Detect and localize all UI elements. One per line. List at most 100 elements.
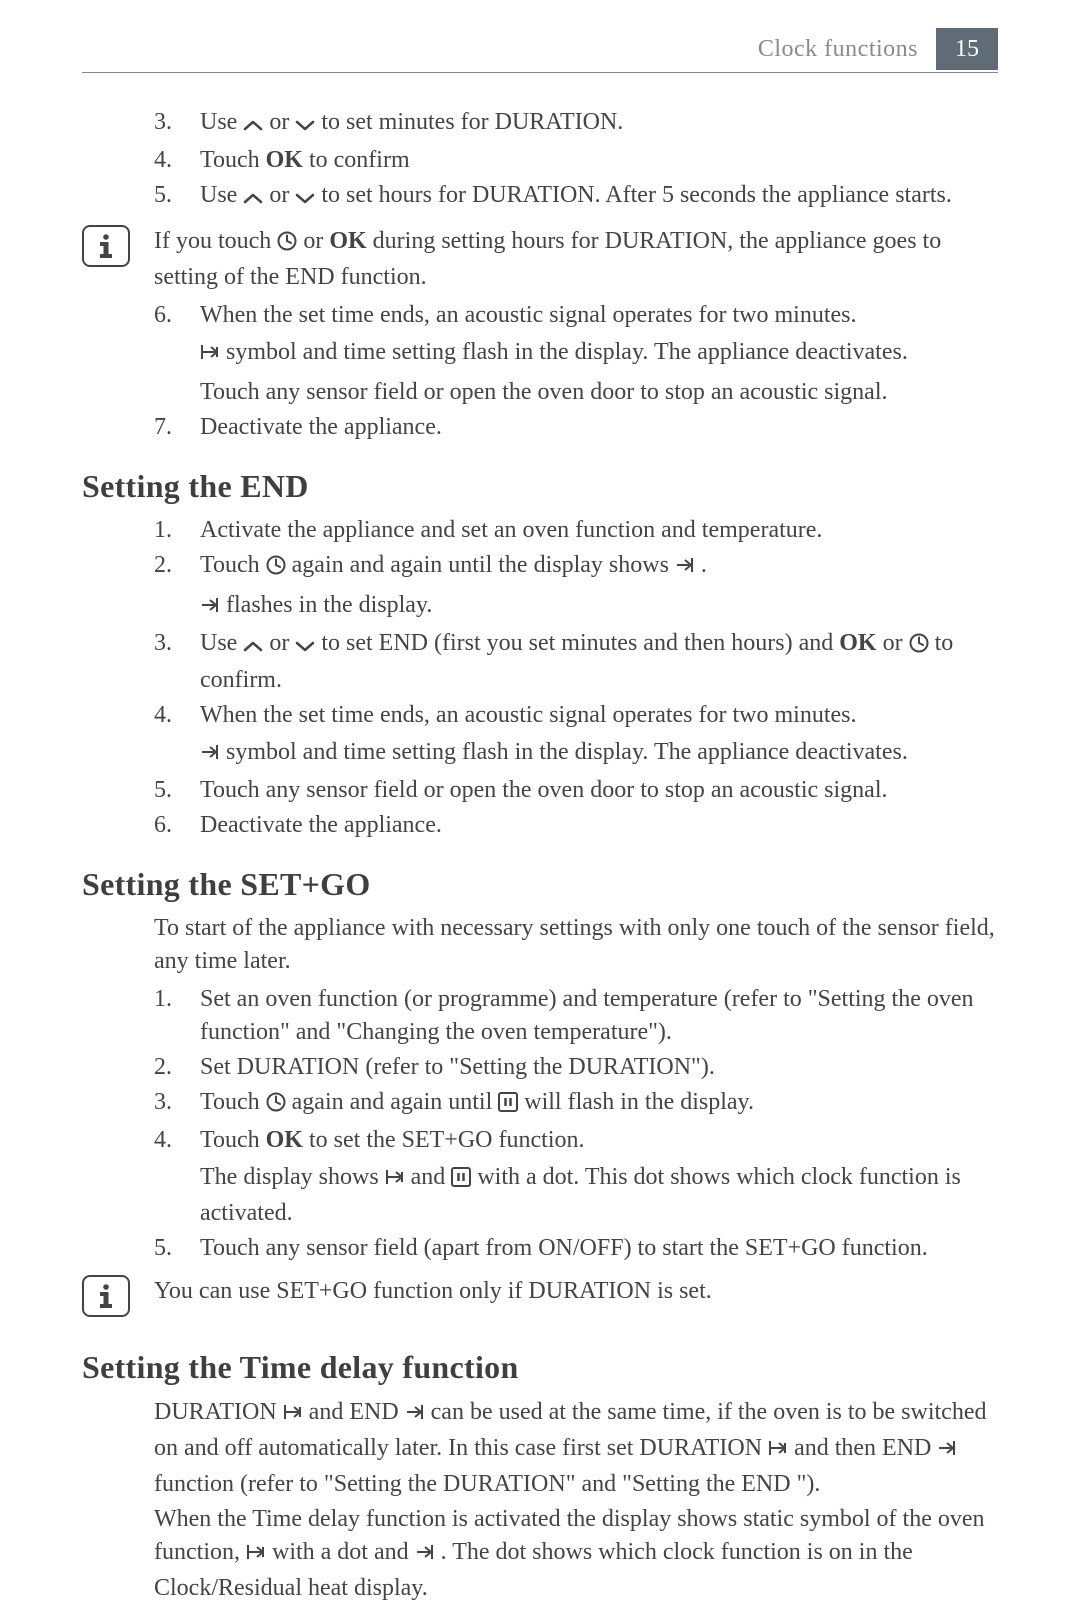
li-number: 2. [154, 1051, 200, 1084]
list-item: 6.Deactivate the appliance. [154, 809, 998, 842]
ok-symbol: OK [329, 228, 366, 254]
chevron-down-icon [295, 182, 315, 215]
page-number-value: 15 [955, 36, 979, 63]
end-arrow-icon [937, 1435, 957, 1468]
list-item: 2. Touch again and again until the displ… [154, 549, 998, 625]
list-item: 3. Use or to set END (first you set minu… [154, 627, 998, 696]
li-number: 2. [154, 549, 200, 625]
duration-end-icon [768, 1435, 788, 1468]
text: Touch [200, 552, 266, 578]
info-note: If you touch or OK during setting hours … [82, 225, 998, 294]
text: Use [200, 182, 243, 208]
text: will flash in the display. [518, 1089, 754, 1115]
page-number: 15 [936, 28, 998, 70]
text: symbol and time setting flash in the dis… [220, 339, 908, 365]
text: to set hours for DURATION. After 5 secon… [315, 182, 952, 208]
chevron-up-icon [243, 182, 263, 215]
li-number: 1. [154, 983, 200, 1049]
text: Touch [200, 1127, 266, 1153]
text: Deactivate the appliance. [200, 411, 998, 444]
pause-box-icon [498, 1089, 518, 1122]
li-number: 6. [154, 299, 200, 409]
text: Set DURATION (refer to "Setting the DURA… [200, 1051, 998, 1084]
chevron-up-icon [243, 630, 263, 663]
text: or [263, 182, 295, 208]
text: When the set time ends, an acoustic sign… [200, 699, 998, 732]
text: to set the SET+GO function. [303, 1127, 585, 1153]
text: Touch [200, 147, 266, 173]
duration-end-icon [283, 1399, 303, 1432]
text: to confirm [303, 147, 410, 173]
ordered-list-continuation: 3. Use or to set minutes for DURATION. 4… [154, 106, 998, 215]
text: Touch [200, 1089, 266, 1115]
list-item: 1.Set an oven function (or programme) an… [154, 983, 998, 1049]
text: Use [200, 109, 243, 135]
text: flashes in the display. [220, 592, 432, 618]
end-arrow-icon [200, 739, 220, 772]
header-section-title: Clock functions [758, 36, 918, 63]
info-icon [82, 225, 130, 267]
page-content: 3. Use or to set minutes for DURATION. 4… [82, 104, 998, 1447]
li-number: 3. [154, 1086, 200, 1122]
header-divider [82, 72, 998, 73]
text: function (refer to "Setting the DURATION… [154, 1471, 820, 1497]
list-item: 3. Use or to set minutes for DURATION. [154, 106, 998, 142]
text: and [405, 1164, 452, 1190]
info-note-2: You can use SET+GO function only if DURA… [82, 1275, 998, 1317]
end-arrow-icon [675, 552, 695, 585]
heading-time-delay: Setting the Time delay function [82, 1345, 998, 1389]
clock-icon [266, 1089, 286, 1122]
text: and then END [788, 1435, 937, 1461]
text: or [297, 228, 329, 254]
text: Touch any sensor field or open the oven … [200, 376, 998, 409]
end-arrow-icon [405, 1399, 425, 1432]
duration-end-icon [246, 1539, 266, 1572]
li-number: 4. [154, 699, 200, 772]
li-number: 5. [154, 179, 200, 215]
list-item: 6. When the set time ends, an acoustic s… [154, 299, 998, 409]
pause-box-icon [451, 1164, 471, 1197]
text: or [263, 109, 295, 135]
text: to set END (first you set minutes and th… [315, 630, 839, 656]
chevron-down-icon [295, 109, 315, 142]
list-item: 7. Deactivate the appliance. [154, 411, 998, 444]
text: and END [303, 1399, 405, 1425]
chevron-up-icon [243, 109, 263, 142]
text: You can use SET+GO function only if DURA… [154, 1275, 998, 1308]
text: Deactivate the appliance. [200, 809, 998, 842]
ok-symbol: OK [266, 1127, 303, 1153]
list-item: 4. When the set time ends, an acoustic s… [154, 699, 998, 772]
li-number: 5. [154, 774, 200, 807]
li-number: 6. [154, 809, 200, 842]
chevron-down-icon [295, 630, 315, 663]
text: Activate the appliance and set an oven f… [200, 514, 998, 547]
text: . [695, 552, 707, 578]
text: Set an oven function (or programme) and … [200, 983, 998, 1049]
list-item: 4. Touch OK to confirm [154, 144, 998, 177]
text: to set minutes for DURATION. [315, 109, 623, 135]
delay-section: DURATION and END can be used at the same… [154, 1396, 998, 1605]
text: or [263, 630, 295, 656]
ok-symbol: OK [266, 147, 303, 173]
page: Clock functions 15 3. Use or to set minu… [0, 0, 1080, 1529]
text: symbol and time setting flash in the dis… [220, 739, 908, 765]
heading-setting-setgo: Setting the SET+GO [82, 862, 998, 906]
text: again and again until [286, 1089, 499, 1115]
li-number: 3. [154, 106, 200, 142]
list-item: 5. Use or to set hours for DURATION. Aft… [154, 179, 998, 215]
setgo-section: To start of the appliance with necessary… [154, 912, 998, 1265]
li-number: 4. [154, 1124, 200, 1230]
li-number: 1. [154, 514, 200, 547]
text: or [877, 630, 909, 656]
list-item: 5.Touch any sensor field or open the ove… [154, 774, 998, 807]
li-number: 4. [154, 144, 200, 177]
text: When the set time ends, an acoustic sign… [200, 299, 998, 332]
clock-icon [909, 630, 929, 663]
list-item: 3. Touch again and again until will flas… [154, 1086, 998, 1122]
li-number: 5. [154, 1232, 200, 1265]
text: If you touch [154, 228, 277, 254]
duration-end-icon [385, 1164, 405, 1197]
ordered-list-continuation-2: 6. When the set time ends, an acoustic s… [154, 299, 998, 444]
li-number: 7. [154, 411, 200, 444]
page-header: Clock functions 15 [758, 28, 998, 70]
